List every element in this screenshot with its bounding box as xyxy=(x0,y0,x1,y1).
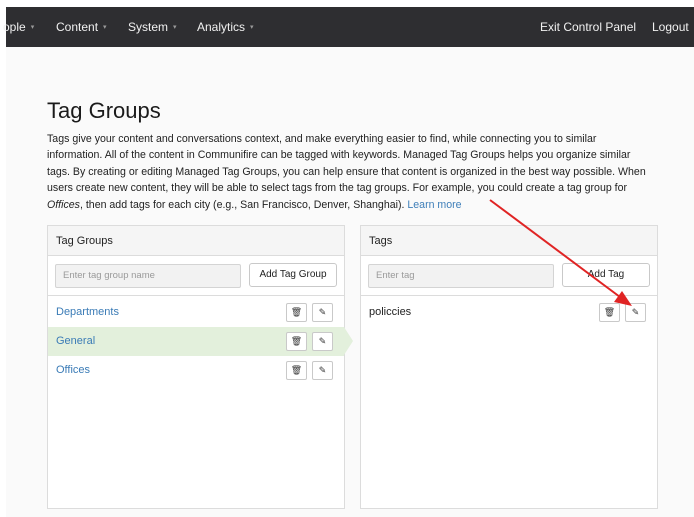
tag-group-link[interactable]: Offices xyxy=(56,356,90,385)
tag-group-row-general[interactable]: General 🗑 ✎ xyxy=(48,327,353,356)
nav-analytics[interactable]: Analytics ▾ xyxy=(197,7,254,47)
chevron-down-icon: ▾ xyxy=(30,24,35,31)
chevron-down-icon: ▾ xyxy=(173,24,177,31)
add-tag-group-button[interactable]: Add Tag Group xyxy=(249,263,337,287)
tag-group-name-input[interactable]: Enter tag group name xyxy=(55,264,241,288)
trash-icon[interactable]: 🗑 xyxy=(286,332,307,351)
page-title: Tag Groups xyxy=(47,98,161,123)
tag-name-input[interactable]: Enter tag xyxy=(368,264,554,288)
edit-icon[interactable]: ✎ xyxy=(312,332,333,351)
nav-content[interactable]: Content ▾ xyxy=(56,7,107,47)
tag-groups-panel-title: Tag Groups xyxy=(48,226,344,256)
intro-emphasis: Offices xyxy=(47,198,80,211)
nav-people-label: ople xyxy=(3,20,26,34)
nav-content-label: Content xyxy=(56,20,99,34)
trash-icon[interactable]: 🗑 xyxy=(286,303,307,322)
tag-row[interactable]: policcies 🗑 ✎ xyxy=(361,298,657,327)
chevron-down-icon: ▾ xyxy=(103,24,107,31)
exit-control-panel-link[interactable]: Exit Control Panel xyxy=(540,7,636,47)
tag-form: Enter tag Add Tag xyxy=(361,256,657,296)
tag-group-form: Enter tag group name Add Tag Group xyxy=(48,256,344,296)
add-tag-button[interactable]: Add Tag xyxy=(562,263,650,287)
nav-system[interactable]: System ▾ xyxy=(128,7,177,47)
nav-analytics-label: Analytics xyxy=(197,20,246,34)
logout-link[interactable]: Logout xyxy=(652,7,689,47)
tag-group-link[interactable]: General xyxy=(56,327,95,356)
top-navbar: ople ▾ Content ▾ System ▾ Analytics ▾ Exit C… xyxy=(3,7,694,47)
tag-label: policcies xyxy=(369,306,412,318)
tag-group-link[interactable]: Departments xyxy=(56,298,119,327)
tags-panel-title: Tags xyxy=(361,226,657,256)
learn-more-link[interactable]: Learn more xyxy=(407,199,461,211)
edit-icon[interactable]: ✎ xyxy=(625,303,646,322)
tag-group-row-offices[interactable]: Offices 🗑 ✎ xyxy=(48,356,344,385)
nav-system-label: System xyxy=(128,20,169,34)
edit-icon[interactable]: ✎ xyxy=(312,303,333,322)
intro-text-part2: , then add tags for each city (e.g., San… xyxy=(79,198,408,211)
tags-panel: Tags Enter tag Add Tag policcies 🗑 ✎ xyxy=(360,225,658,509)
tag-group-row-departments[interactable]: Departments 🗑 ✎ xyxy=(48,298,344,327)
chevron-down-icon: ▾ xyxy=(250,24,254,31)
tag-groups-panel: Tag Groups Enter tag group name Add Tag … xyxy=(47,225,353,509)
trash-icon[interactable]: 🗑 xyxy=(599,303,620,322)
intro-paragraph: Tags give your content and conversations… xyxy=(47,131,647,213)
edit-icon[interactable]: ✎ xyxy=(312,361,333,380)
trash-icon[interactable]: 🗑 xyxy=(286,361,307,380)
active-row-pointer xyxy=(344,327,353,355)
intro-text-part1: Tags give your content and conversations… xyxy=(47,133,646,195)
nav-people[interactable]: ople ▾ xyxy=(3,7,34,47)
